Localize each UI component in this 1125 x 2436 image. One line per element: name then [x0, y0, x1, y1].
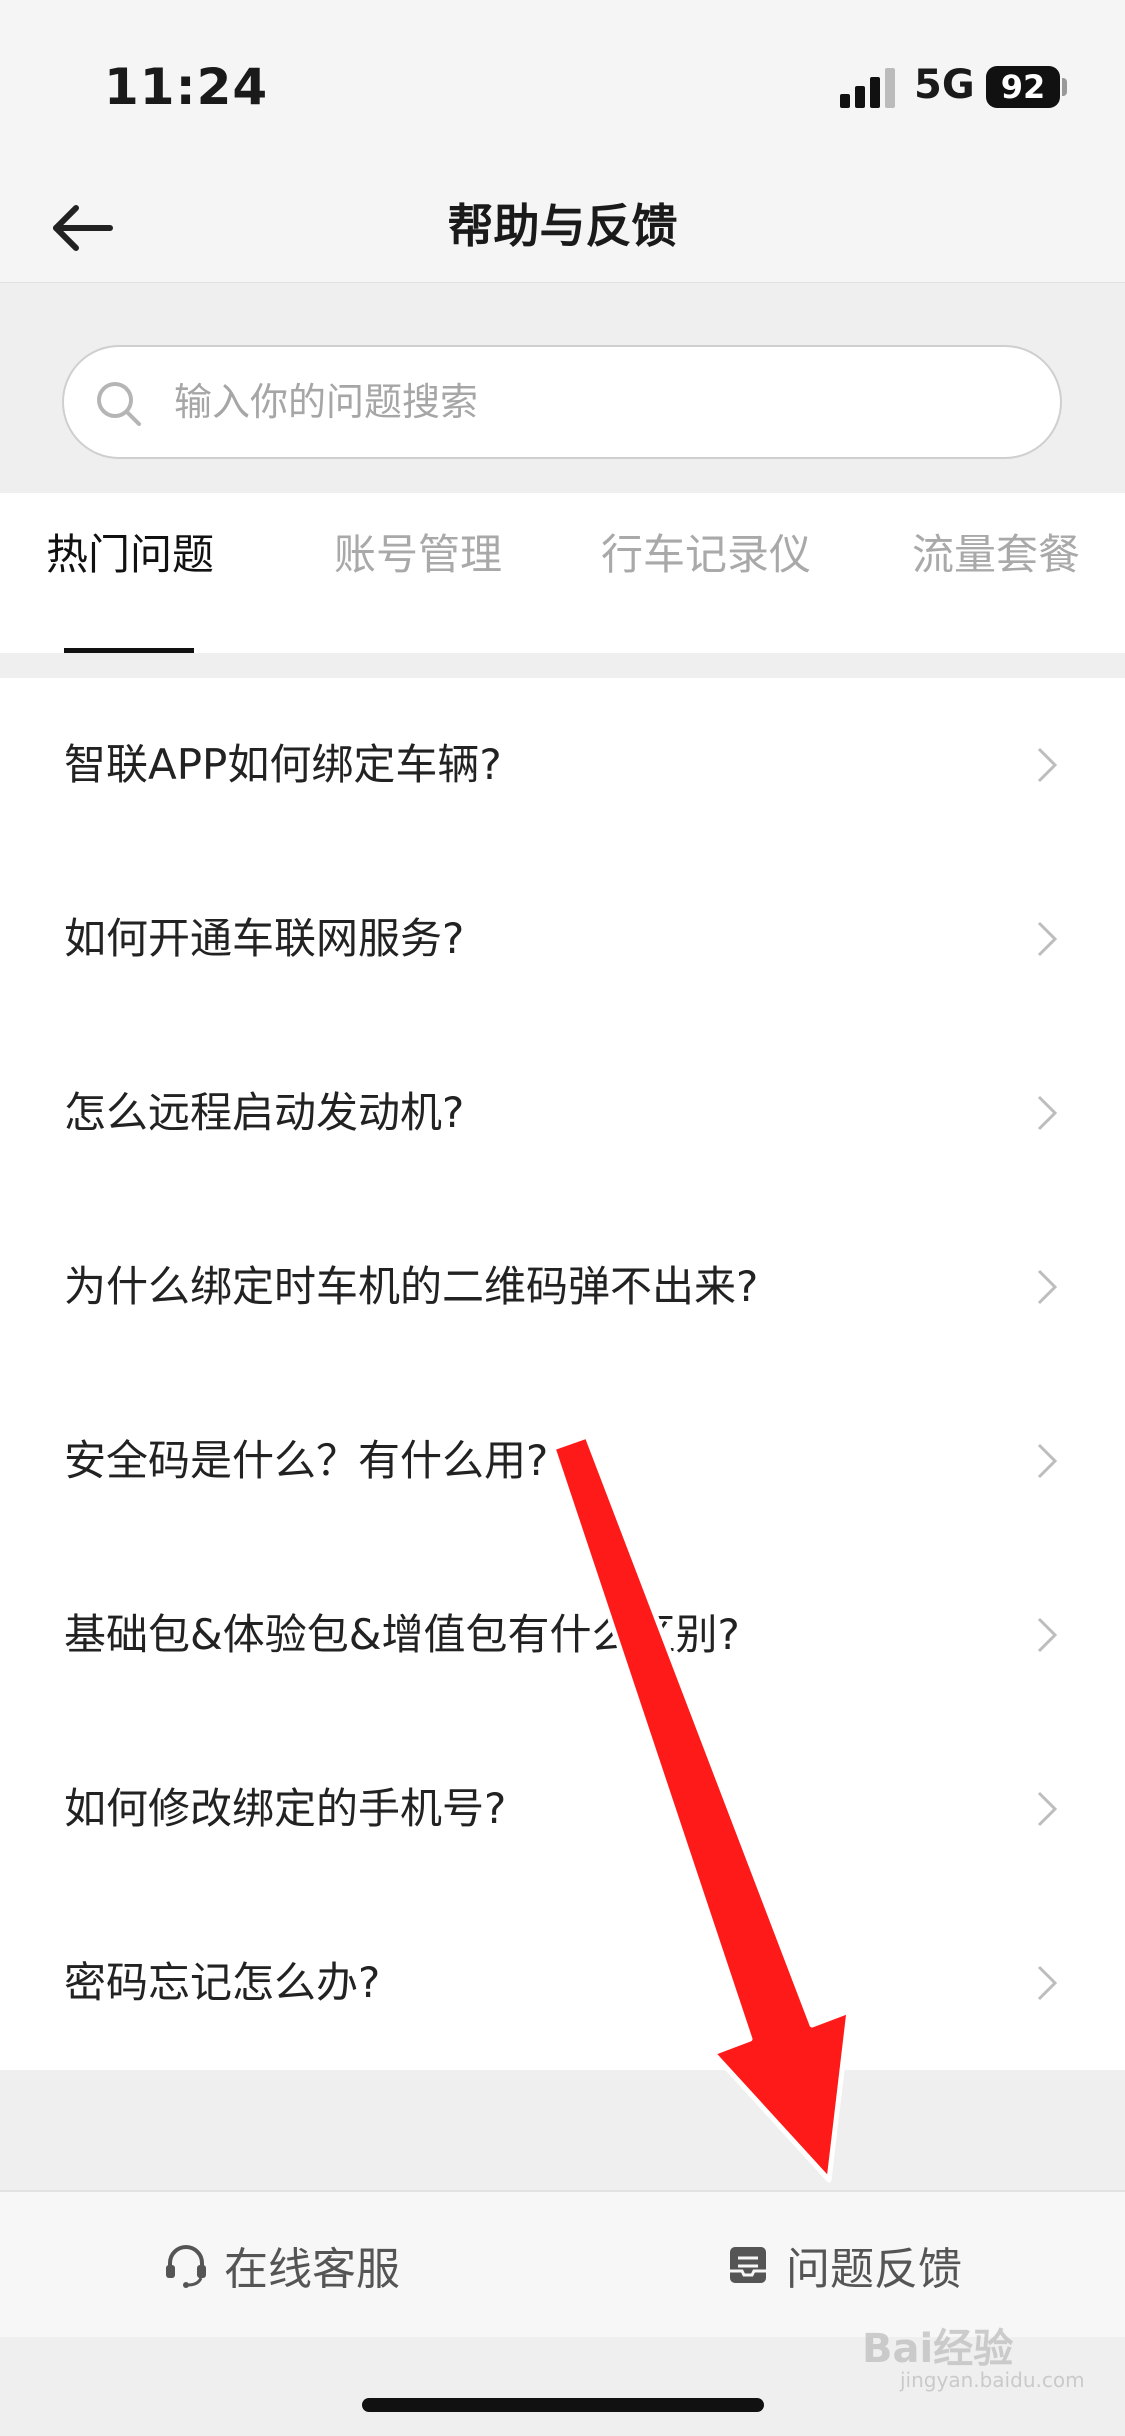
chevron-right-icon — [1037, 1269, 1058, 1305]
nav-bar: 帮助与反馈 — [0, 170, 1125, 283]
tab-data-plan[interactable]: 流量套餐 — [912, 515, 1080, 595]
question-text: 如何修改绑定的手机号? — [64, 1784, 507, 1833]
question-text: 安全码是什么？有什么用? — [64, 1436, 549, 1485]
question-text: 密码忘记怎么办? — [64, 1958, 381, 2007]
question-item[interactable]: 智联APP如何绑定车辆? — [0, 678, 1125, 852]
active-tab-indicator — [64, 648, 194, 653]
feedback-icon — [730, 2246, 766, 2283]
status-bar: 11:24 5G 92 — [0, 0, 1125, 170]
status-time: 11:24 — [104, 58, 269, 116]
question-text: 怎么远程启动发动机? — [64, 1088, 465, 1137]
search-input[interactable] — [174, 347, 1034, 457]
bottom-action-bar: 在线客服 问题反馈 — [0, 2190, 1125, 2337]
chevron-right-icon — [1037, 1965, 1058, 2001]
question-text: 为什么绑定时车机的二维码弹不出来? — [64, 1262, 759, 1311]
online-service-button[interactable]: 在线客服 — [162, 2192, 400, 2337]
search-icon — [97, 382, 141, 426]
chevron-right-icon — [1037, 1617, 1058, 1653]
network-type: 5G — [914, 62, 975, 108]
question-text: 如何开通车联网服务? — [64, 914, 465, 963]
search-box[interactable] — [62, 345, 1062, 459]
online-service-label: 在线客服 — [224, 2243, 400, 2295]
category-tabs: 热门问题 账号管理 行车记录仪 流量套餐 — [0, 493, 1125, 653]
headset-icon — [166, 2244, 206, 2288]
chevron-right-icon — [1037, 747, 1058, 783]
question-item[interactable]: 怎么远程启动发动机? — [0, 1026, 1125, 1200]
question-item[interactable]: 安全码是什么？有什么用? — [0, 1374, 1125, 1548]
watermark-logo: Bai经验 — [862, 2326, 1014, 2372]
tab-dashcam[interactable]: 行车记录仪 — [601, 515, 811, 595]
question-list: 智联APP如何绑定车辆? 如何开通车联网服务? 怎么远程启动发动机? 为什么绑定… — [0, 678, 1125, 2070]
battery-icon: 92 — [986, 66, 1060, 108]
question-item[interactable]: 基础包&体验包&增值包有什么区别? — [0, 1548, 1125, 1722]
home-indicator — [362, 2398, 764, 2412]
page-title: 帮助与反馈 — [447, 199, 678, 253]
battery-level: 92 — [1000, 68, 1046, 106]
question-item[interactable]: 为什么绑定时车机的二维码弹不出来? — [0, 1200, 1125, 1374]
question-item[interactable]: 密码忘记怎么办? — [0, 1896, 1125, 2070]
watermark-url: jingyan.baidu.com — [900, 2368, 1085, 2392]
tab-hot-questions[interactable]: 热门问题 — [46, 515, 214, 595]
battery-tip — [1062, 78, 1067, 96]
chevron-right-icon — [1037, 921, 1058, 957]
question-item[interactable]: 如何开通车联网服务? — [0, 852, 1125, 1026]
chevron-right-icon — [1037, 1095, 1058, 1131]
question-item[interactable]: 如何修改绑定的手机号? — [0, 1722, 1125, 1896]
feedback-label: 问题反馈 — [786, 2243, 962, 2295]
search-section — [0, 283, 1125, 493]
question-text: 基础包&体验包&增值包有什么区别? — [64, 1610, 740, 1659]
chevron-right-icon — [1037, 1443, 1058, 1479]
chevron-right-icon — [1037, 1791, 1058, 1827]
signal-icon — [840, 68, 895, 108]
question-text: 智联APP如何绑定车辆? — [64, 740, 502, 789]
tab-account[interactable]: 账号管理 — [334, 515, 502, 595]
